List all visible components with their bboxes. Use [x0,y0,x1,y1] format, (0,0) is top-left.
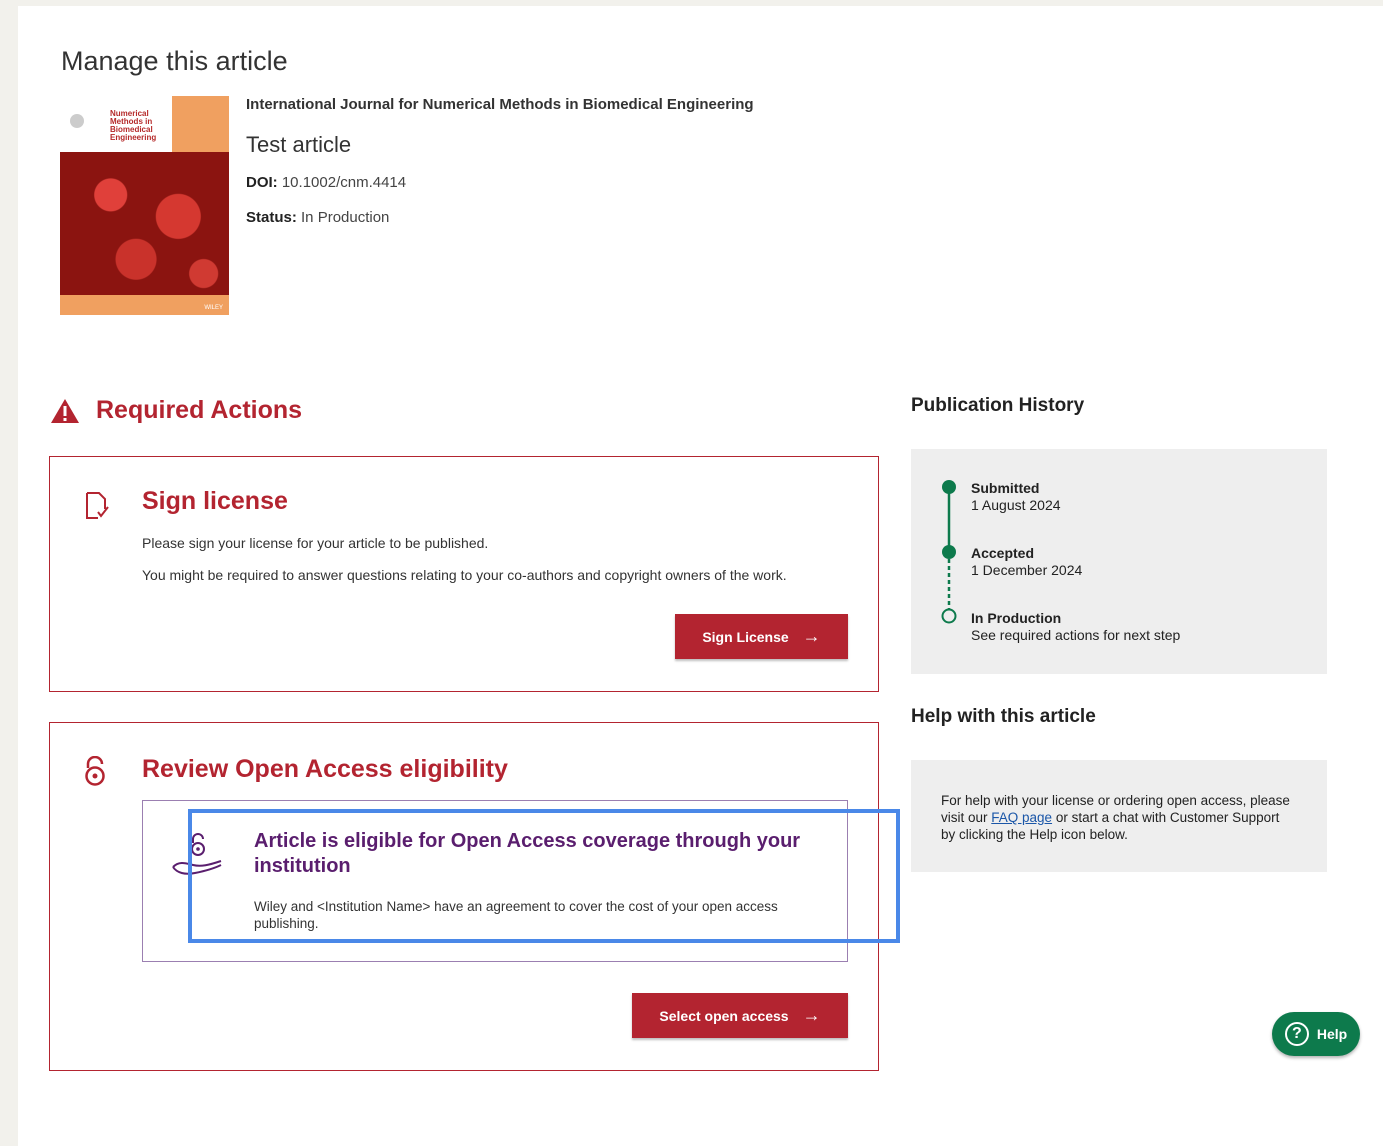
sign-license-card: Sign license Please sign your license fo… [49,456,879,692]
timeline-dot-complete [942,480,956,494]
doi-line: DOI: 10.1002/cnm.4414 [246,174,406,191]
timeline-dot-pending [941,608,957,624]
sign-license-button-label: Sign License [702,628,789,645]
open-access-hand-icon [172,833,222,875]
select-open-access-button[interactable]: Select open access → [632,993,848,1038]
license-document-icon [86,492,109,519]
cover-artwork [60,152,229,295]
timeline-step-submitted: Submitted 1 August 2024 [971,480,1061,514]
help-text: For help with your license or ordering o… [941,792,1291,843]
article-title: Test article [246,132,352,157]
help-button-label: Help [1316,1026,1348,1042]
timeline-dot-complete [942,545,956,559]
help-with-article-panel: For help with your license or ordering o… [911,760,1327,872]
timeline-step-label: In Production [971,610,1062,626]
page-title: Manage this article [61,46,288,76]
help-with-article-heading: Help with this article [911,706,1096,727]
page-container: Manage this article Numerical Methods in… [18,6,1383,1146]
timeline-step-accepted: Accepted 1 December 2024 [971,545,1082,579]
required-actions-header: Required Actions [50,396,302,425]
publication-history-heading: Publication History [911,395,1085,416]
status-label: Status: [246,209,297,226]
cover-journal-title: Numerical Methods in Biomedical Engineer… [110,109,157,142]
select-open-access-button-label: Select open access [659,1007,789,1024]
doi-label: DOI: [246,174,278,191]
arrow-right-icon: → [802,626,821,646]
timeline-step-in-production: In Production See required actions for n… [971,610,1180,644]
doi-value: 10.1002/cnm.4414 [281,174,407,191]
timeline-step-detail: 1 August 2024 [971,497,1061,513]
sign-license-text-2: You might be required to answer question… [142,567,787,583]
status-value: In Production [301,209,390,226]
cover-publisher: WILEY [204,305,223,311]
faq-link[interactable]: FAQ page [991,810,1052,825]
required-actions-heading: Required Actions [96,396,303,424]
timeline-step-detail: See required actions for next step [971,627,1181,643]
sign-license-title: Sign license [142,487,288,515]
journal-name: International Journal for Numerical Meth… [246,96,754,113]
arrow-right-icon: → [802,1005,821,1025]
timeline-step-label: Accepted [971,545,1035,561]
status-line: Status: In Production [246,209,389,226]
cover-logo [70,114,84,128]
warning-icon [51,398,79,423]
timeline-step-detail: 1 December 2024 [971,562,1083,578]
oa-eligibility-title: Article is eligible for Open Access cove… [254,830,801,877]
cover-orange-block [172,96,229,152]
open-access-title: Review Open Access eligibility [142,755,508,783]
oa-eligibility-panel: Article is eligible for Open Access cove… [142,800,848,962]
open-lock-icon [85,756,105,786]
timeline-step-label: Submitted [971,480,1040,496]
journal-cover-image: Numerical Methods in Biomedical Engineer… [60,96,229,315]
sign-license-button[interactable]: Sign License → [675,614,848,659]
question-icon: ? [1284,1022,1309,1046]
help-chat-button[interactable]: ? Help [1272,1012,1360,1056]
open-access-card: Review Open Access eligibility Article i… [49,722,879,1071]
oa-eligibility-text: Wiley and <Institution Name> have an agr… [254,899,778,931]
timeline-track [941,480,957,624]
publication-history-panel: Submitted 1 August 2024 Accepted 1 Decem… [911,449,1327,674]
sign-license-text-1: Please sign your license for your articl… [142,535,489,551]
